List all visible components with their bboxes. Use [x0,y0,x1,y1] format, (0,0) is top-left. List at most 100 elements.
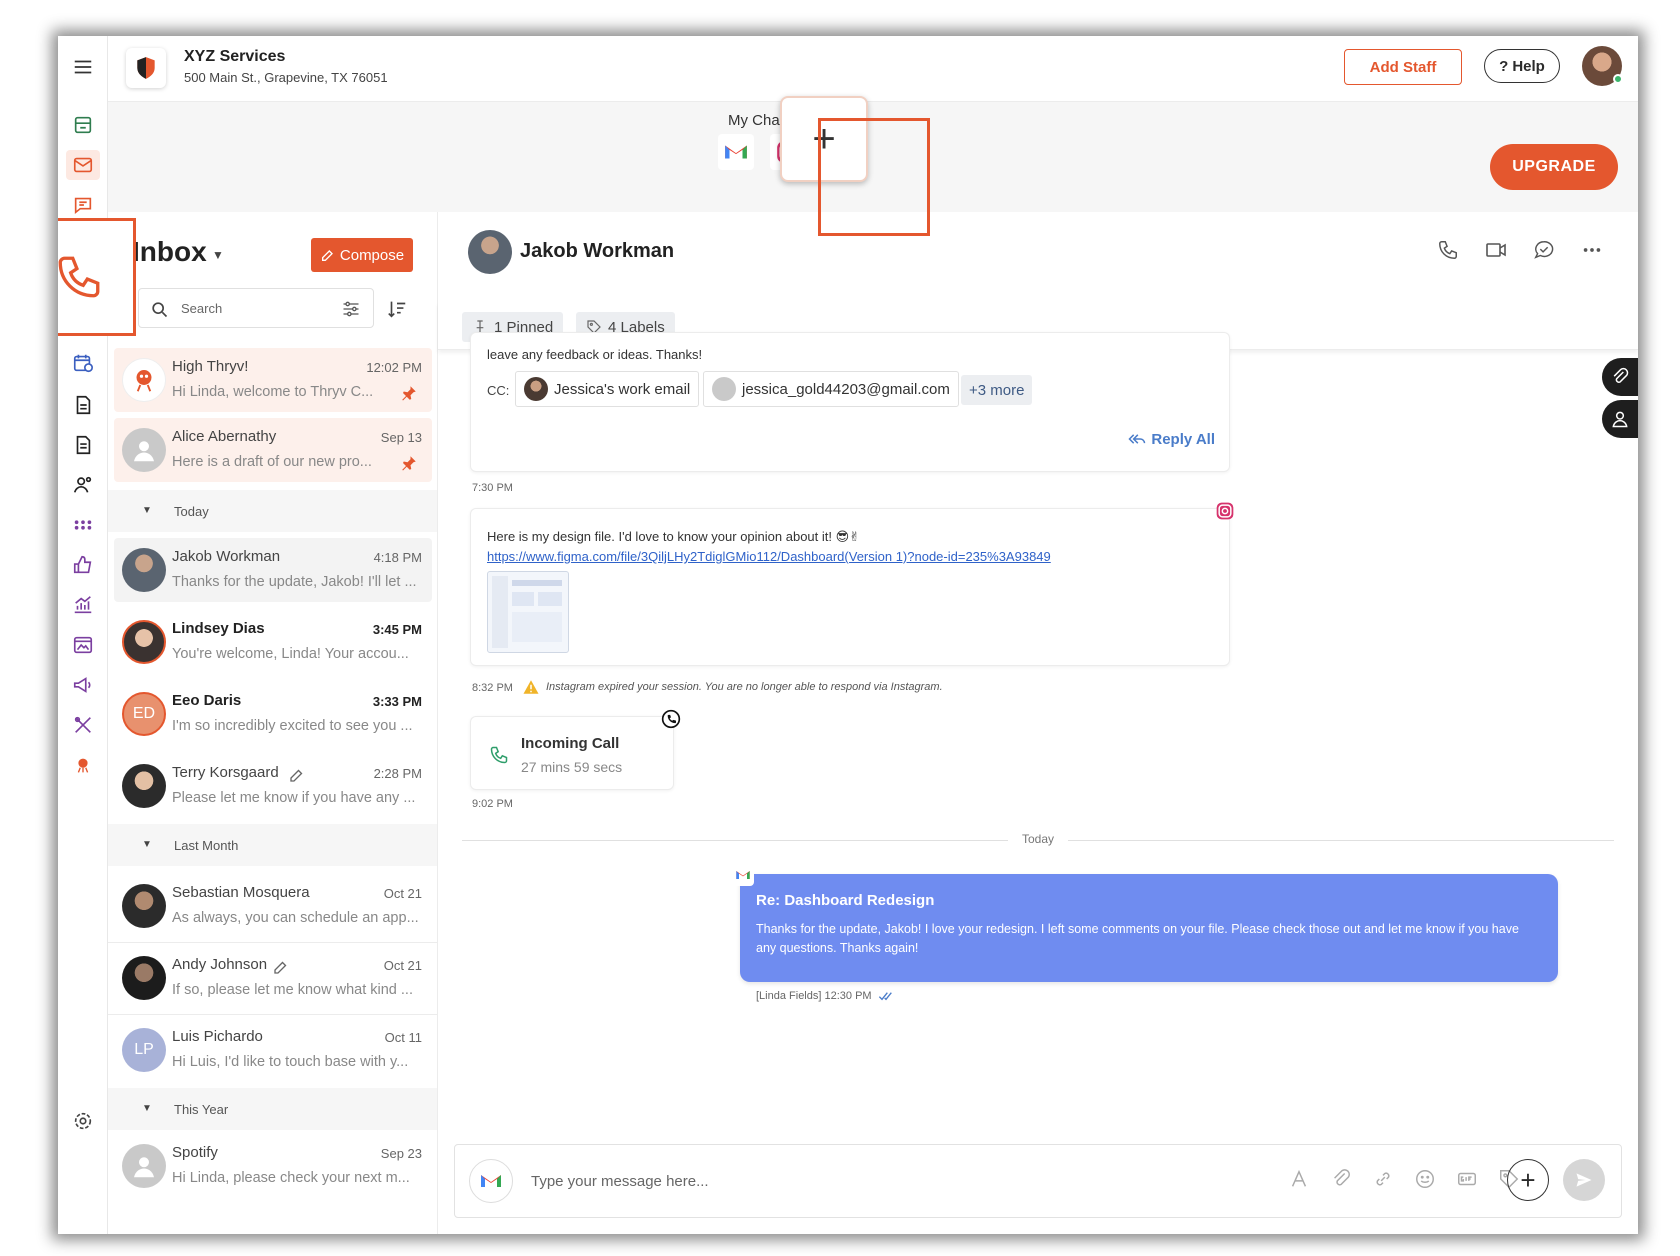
online-status-dot [1613,74,1623,84]
mascot-icon[interactable] [66,750,100,780]
help-button[interactable]: ? Help [1484,49,1560,83]
media-icon[interactable] [66,630,100,660]
person-icon [1612,411,1628,428]
document-icon[interactable] [66,390,100,420]
compose-button[interactable]: Compose [311,238,413,272]
draft-pencil-icon [290,769,303,782]
figma-link[interactable]: https://www.figma.com/file/3QiljLHy2Tdig… [487,549,1051,564]
channel-selector[interactable] [469,1159,513,1203]
emoji-icon[interactable] [1413,1167,1437,1191]
cc-recipient-chip[interactable]: Jessica's work email [515,371,700,407]
list-item[interactable]: Andy Johnson Oct 21 If so, please let me… [114,946,432,1010]
attach-icon[interactable] [1329,1167,1353,1191]
conversation-contact-name[interactable]: Jakob Workman [520,240,674,263]
upgrade-button[interactable]: UPGRADE [1490,144,1618,190]
initials-avatar: ED [122,692,166,736]
send-button[interactable] [1563,1159,1605,1201]
more-options-icon[interactable] [1580,238,1604,262]
text-format-icon[interactable] [1287,1167,1311,1191]
design-thumbnail[interactable] [487,571,569,653]
gif-icon[interactable] [1455,1167,1479,1191]
reply-all-icon [1128,434,1146,444]
section-today[interactable]: ▼ Today [108,490,437,532]
link-icon[interactable] [1371,1167,1395,1191]
cc-recipient-chip[interactable]: jessica_gold44203@gmail.com [703,371,959,407]
section-last-month[interactable]: ▼ Last Month [108,824,437,866]
reply-all-label: Reply All [1151,430,1215,448]
incoming-call-icon [490,746,508,764]
message-timestamp: 9:02 PM [472,798,513,810]
message-input[interactable]: Type your message here... [531,1173,709,1190]
attachments-side-tab[interactable] [1602,358,1638,396]
message-time: 12:02 PM [366,360,422,375]
message-time: Oct 21 [383,886,422,901]
incoming-call-card[interactable]: Incoming Call 27 mins 59 secs [470,709,681,790]
list-item[interactable]: Sebastian Mosquera Oct 21 As always, you… [114,874,432,938]
tools-icon[interactable] [66,710,100,740]
contact-name: Terry Korsgaard [172,764,279,781]
chat-icon[interactable] [66,190,100,220]
video-call-icon[interactable] [1484,238,1508,262]
search-input[interactable]: Search [138,288,374,328]
thumbs-up-icon[interactable] [66,550,100,580]
list-item[interactable]: LP Luis Pichardo Oct 11 Hi Luis, I'd lik… [114,1018,432,1082]
section-this-year[interactable]: ▼ This Year [108,1088,437,1130]
user-avatar[interactable] [1582,46,1623,86]
reply-all-button[interactable]: Reply All [1127,429,1215,449]
sort-icon[interactable] [386,298,408,320]
pin-icon[interactable] [400,454,418,472]
message-preview: Thanks for the update, Jakob! I'll let .… [172,574,417,590]
phone-nav-icon-highlight[interactable] [58,218,136,336]
add-content-button[interactable]: + [1507,1159,1549,1201]
calendar-clock-icon[interactable] [66,348,100,378]
pin-icon[interactable] [400,384,418,402]
contact-side-tab[interactable] [1602,400,1638,438]
list-item[interactable]: Lindsey Dias 3:45 PM You're welcome, Lin… [114,610,432,674]
file-icon[interactable] [66,430,100,460]
list-item[interactable]: Terry Korsgaard 2:28 PM Please let me kn… [114,754,432,818]
chat-bubble-icon[interactable] [1532,238,1556,262]
menu-icon[interactable] [66,52,100,82]
section-label: Today [174,504,209,519]
contact-avatar[interactable] [468,230,512,274]
settings-icon[interactable] [66,1106,100,1136]
message-time: Oct 11 [384,1030,422,1045]
list-item[interactable]: Jakob Workman 4:18 PM Thanks for the upd… [114,538,432,602]
contact-name: Lindsey Dias [172,620,265,637]
recipient-avatar [712,377,736,401]
list-item[interactable]: ED Eeo Daris 3:33 PM I'm so incredibly e… [114,682,432,746]
email-body-tail: leave any feedback or ideas. Thanks! [487,347,703,362]
add-staff-button[interactable]: Add Staff [1344,49,1462,85]
contact-name: Andy Johnson [172,956,268,973]
list-item[interactable]: Spotify Sep 23 Hi Linda, please check yo… [114,1134,432,1198]
sent-body: Thanks for the update, Jakob! I love you… [756,922,1519,955]
contact-avatar [122,548,166,592]
phone-call-icon[interactable] [1436,238,1460,262]
business-address: 500 Main St., Grapevine, TX 76051 [184,70,388,85]
contact-avatar [122,620,166,664]
list-item[interactable]: Alice Abernathy Sep 13 Here is a draft o… [114,418,432,482]
list-item[interactable]: High Thryv! 12:02 PM Hi Linda, welcome t… [114,348,432,412]
collapse-caret-icon: ▼ [142,1103,152,1114]
instagram-warning: Instagram expired your session. You are … [522,678,943,696]
inbox-title[interactable]: Inbox [132,236,207,268]
storefront-icon[interactable] [66,110,100,140]
inbox-nav-icon[interactable] [66,150,100,180]
gmail-channel-icon[interactable] [718,134,754,170]
filter-icon[interactable] [341,299,361,319]
cc-more-chip[interactable]: +3 more [961,375,1033,405]
analytics-icon[interactable] [66,590,100,620]
email-message-card: leave any feedback or ideas. Thanks! CC:… [470,332,1230,472]
contact-name: Spotify [172,1144,218,1161]
contacts-icon[interactable] [66,470,100,500]
message-preview: I'm so incredibly excited to see you ... [172,718,413,734]
megaphone-icon[interactable] [66,670,100,700]
apps-grid-icon[interactable] [66,510,100,540]
search-placeholder: Search [181,301,223,316]
add-channel-button[interactable]: + [780,96,868,182]
contact-avatar [122,764,166,808]
collapse-caret-icon: ▼ [142,839,152,850]
inbox-dropdown-icon[interactable]: ▼ [212,248,224,262]
conversation-panel: Jakob Workman 1 Pinned 4 Labels leave an… [438,212,1638,1234]
instagram-message-card: Here is my design file. I'd love to know… [470,502,1234,666]
